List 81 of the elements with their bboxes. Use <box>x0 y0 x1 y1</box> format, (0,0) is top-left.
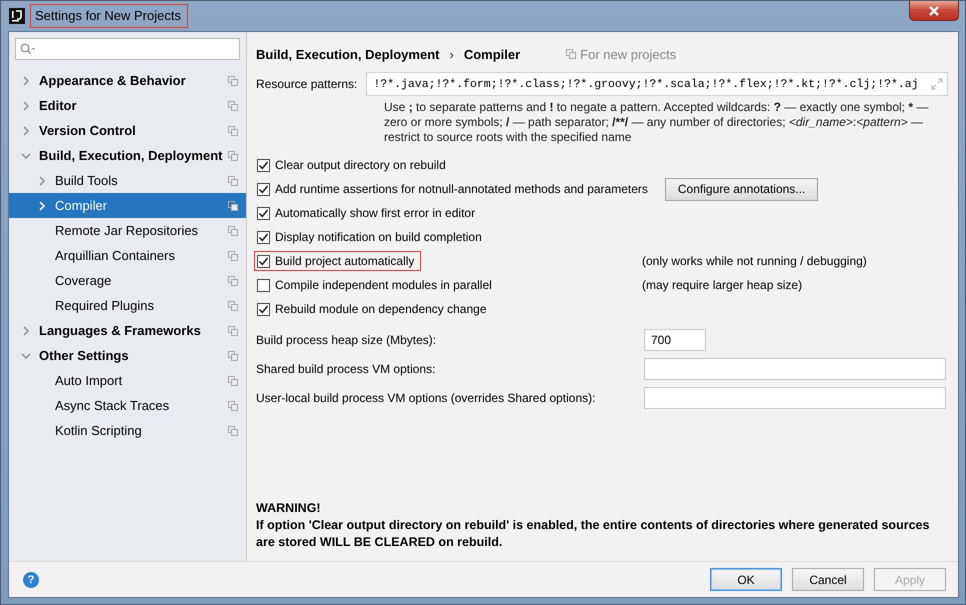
scope-label: For new projects <box>580 46 676 62</box>
sidebar-item[interactable]: Compiler <box>9 193 246 218</box>
chevron-right-icon[interactable] <box>37 176 47 186</box>
option-note: (may require larger heap size) <box>642 278 802 292</box>
copy-icon <box>228 300 238 310</box>
checkbox[interactable] <box>257 206 270 220</box>
checkbox-label[interactable]: Rebuild module on dependency change <box>275 302 486 316</box>
app-logo-icon <box>9 8 25 24</box>
chevron-right-icon[interactable] <box>37 200 47 210</box>
checkbox-label[interactable]: Add runtime assertions for notnull-annotated methods and parameters <box>275 182 648 196</box>
copy-icon <box>228 126 238 136</box>
close-button[interactable] <box>909 1 959 21</box>
input-field[interactable]: !?*.java;!?*.form;!?*.class;!?*.groovy;!?*.scala;!?*.flex;!?*.kt;!?*.clj;!?*.aj <box>366 72 948 96</box>
checkbox-label[interactable]: Automatically show first error in editor <box>275 206 476 220</box>
copy-icon <box>228 150 238 160</box>
close-icon <box>928 6 940 16</box>
copy-icon <box>228 76 238 86</box>
copy-icon <box>228 400 238 410</box>
chevron-down-icon[interactable] <box>21 350 31 360</box>
copy-icon <box>228 276 238 286</box>
field-label: User-local build process VM options (overrides Shared options): <box>256 390 596 404</box>
copy-icon <box>228 326 238 336</box>
breadcrumb-item: Build, Execution, Deployment <box>256 46 440 62</box>
checkbox[interactable] <box>257 302 270 316</box>
sidebar-item[interactable]: Async Stack Traces <box>9 393 246 418</box>
sidebar-item[interactable]: Auto Import <box>9 368 246 393</box>
checkbox[interactable] <box>257 230 270 244</box>
input-field[interactable]: 700 <box>644 328 706 350</box>
checkbox[interactable] <box>257 158 270 172</box>
chevron-right-icon[interactable] <box>21 126 31 136</box>
sidebar-item[interactable]: Required Plugins <box>9 293 246 318</box>
dialog-button[interactable]: Cancel <box>792 568 864 591</box>
chevron-right-icon[interactable] <box>21 326 31 336</box>
copy-icon <box>228 250 238 260</box>
configure-button[interactable]: Configure annotations... <box>664 178 818 200</box>
sidebar-item[interactable]: Coverage <box>9 268 246 293</box>
chevron-down-icon[interactable] <box>21 150 31 160</box>
sidebar-item[interactable]: Kotlin Scripting <box>9 418 246 443</box>
option-note: (only works while not running / debugging) <box>642 254 867 268</box>
sidebar-item[interactable]: Other Settings <box>9 343 246 368</box>
field-label: Resource patterns: <box>256 77 358 91</box>
copy-icon <box>228 426 238 436</box>
sidebar-item[interactable]: Arquillian Containers <box>9 243 246 268</box>
sidebar-item[interactable]: Version Control <box>9 118 246 143</box>
warning-title: WARNING! <box>256 500 322 517</box>
copy-icon <box>566 49 576 59</box>
copy-icon <box>228 226 238 236</box>
checkbox-label[interactable]: Compile independent modules in parallel <box>275 278 492 292</box>
sidebar-item[interactable]: Appearance & Behavior <box>9 68 246 93</box>
checkbox[interactable] <box>257 182 270 196</box>
help-button[interactable]: ? <box>23 572 39 588</box>
checkbox[interactable] <box>257 278 270 292</box>
hint-text: Use ; to separate patterns and ! to negate a pattern. Accepted wildcards: ? — exactly one symbol; * — zero or more symbols; / — path separator; /**/ — any number of directories; <dir_name>:<pattern> — restrict to source roots with the specified name <box>384 100 930 145</box>
copy-icon <box>228 200 238 210</box>
window-title: Settings for New Projects <box>30 4 188 28</box>
expand-icon[interactable] <box>931 78 943 90</box>
field-label: Shared build process VM options: <box>256 362 436 376</box>
search-icon <box>20 43 36 55</box>
checkbox-label[interactable]: Clear output directory on rebuild <box>275 158 446 172</box>
chevron-right-icon[interactable] <box>21 76 31 86</box>
warning-text: If option 'Clear output directory on rebuild' is enabled, the entire contents of directories where generated sources are stored WILL BE CLEARED on rebuild. <box>256 517 930 551</box>
breadcrumb-item: Compiler <box>464 46 520 62</box>
dialog-button[interactable]: OK <box>710 568 782 591</box>
input-field[interactable] <box>644 386 946 408</box>
copy-icon <box>228 376 238 386</box>
copy-icon <box>228 176 238 186</box>
sidebar-item[interactable]: Editor <box>9 93 246 118</box>
sidebar-item[interactable]: Build Tools <box>9 168 246 193</box>
sidebar-item[interactable]: Languages & Frameworks <box>9 318 246 343</box>
input-field[interactable] <box>644 358 946 380</box>
copy-icon <box>228 350 238 360</box>
checkbox-label[interactable]: Build project automatically <box>275 254 414 268</box>
checkbox[interactable] <box>257 254 270 268</box>
sidebar-item[interactable]: Remote Jar Repositories <box>9 218 246 243</box>
checkbox-label[interactable]: Display notification on build completion <box>275 230 482 244</box>
chevron-right-icon[interactable] <box>21 100 31 110</box>
sidebar-item[interactable]: Build, Execution, Deployment <box>9 143 246 168</box>
field-label: Build process heap size (Mbytes): <box>256 332 438 346</box>
search-field[interactable] <box>15 38 240 60</box>
copy-icon <box>228 100 238 110</box>
breadcrumb-separator: › <box>449 46 454 62</box>
